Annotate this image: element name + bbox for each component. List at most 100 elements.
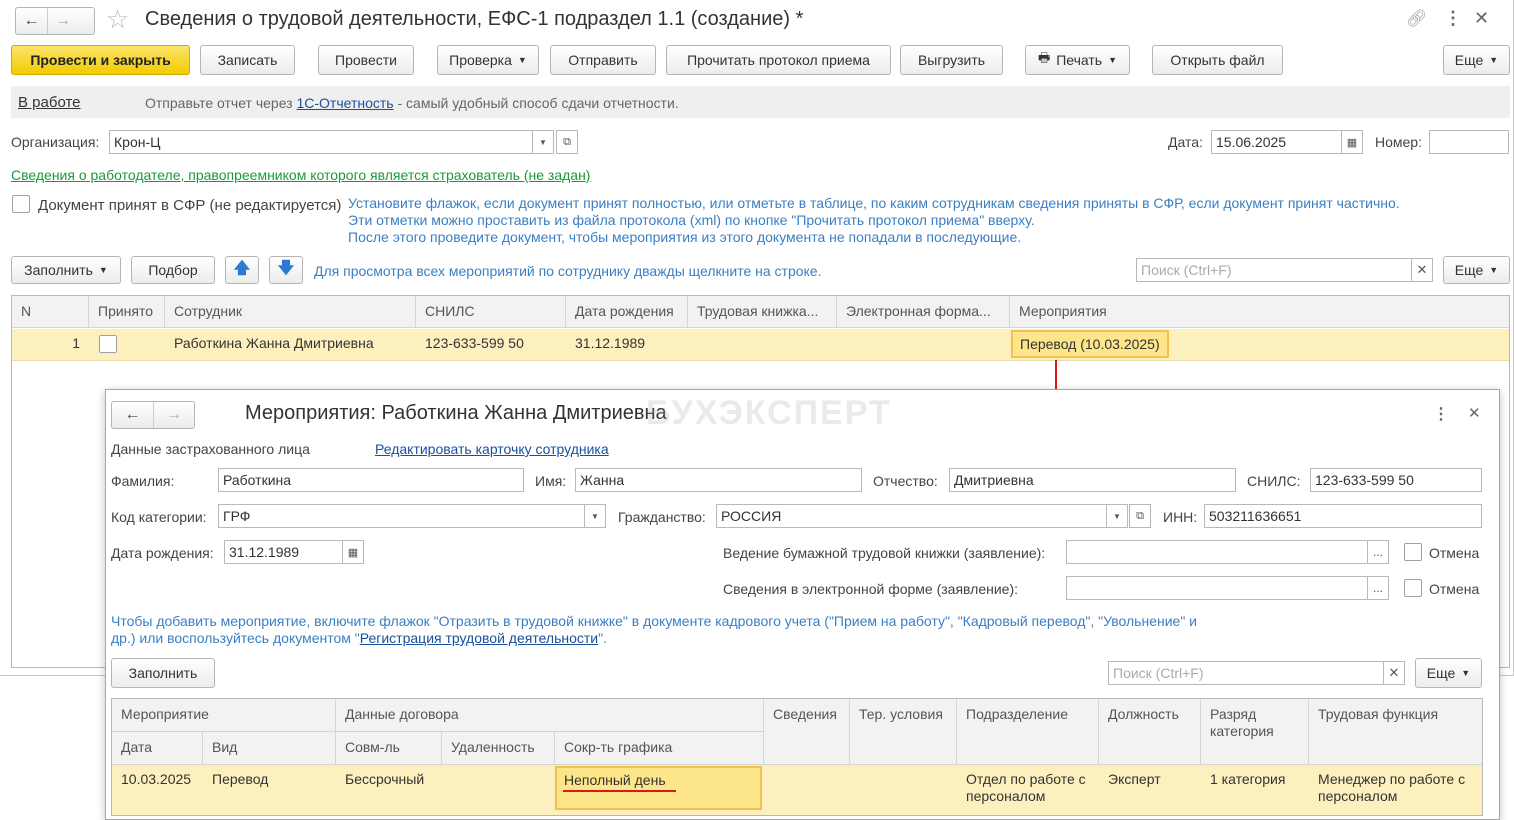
dialog-search-input[interactable]: Поиск (Ctrl+F) (1108, 661, 1384, 685)
category-dropdown-icon[interactable]: ▼ (584, 504, 606, 528)
col-header-combo[interactable]: Совм-ль (336, 732, 442, 765)
back-arrow-icon[interactable]: ← (16, 8, 47, 34)
dialog-fill-button[interactable]: Заполнить (111, 658, 215, 688)
search-clear-icon[interactable]: ✕ (1411, 258, 1433, 282)
check-dropdown-button[interactable]: Проверка ▼ (437, 45, 539, 75)
favorite-star-icon[interactable]: ☆ (106, 5, 129, 33)
col-header-eform[interactable]: Электронная форма... (837, 296, 1010, 328)
cell-n: 1 (72, 335, 80, 351)
citizenship-field[interactable]: РОССИЯ (716, 504, 1107, 528)
col-header-reduced[interactable]: Сокр-ть графика (555, 732, 764, 765)
post-close-button[interactable]: Провести и закрыть (11, 45, 190, 75)
cell-events[interactable]: Перевод (10.03.2025) (1011, 330, 1169, 358)
col-header-position[interactable]: Должность (1099, 699, 1201, 765)
citizenship-dropdown-icon[interactable]: ▼ (1106, 504, 1128, 528)
select-button[interactable]: Подбор (131, 256, 215, 284)
birth-field[interactable]: 31.12.1989 (224, 540, 343, 564)
close-icon[interactable]: ✕ (1474, 8, 1489, 29)
citizenship-open-icon[interactable]: ⧉ (1129, 504, 1151, 528)
birth-calendar-icon[interactable]: ▦ (342, 540, 364, 564)
col-header-date[interactable]: Дата (112, 732, 203, 765)
dialog-search-clear-icon[interactable]: ✕ (1383, 661, 1405, 685)
col-header-kind[interactable]: Вид (203, 732, 336, 765)
menu-dots-icon[interactable]: ⋮ (1444, 8, 1462, 29)
col-header-grade[interactable]: Разряд категория (1201, 699, 1309, 765)
forward-arrow-icon[interactable]: → (153, 402, 194, 428)
name-field[interactable]: Жанна (575, 468, 862, 492)
cell-book (688, 329, 837, 341)
col-header-info[interactable]: Сведения (764, 699, 850, 765)
edit-card-link[interactable]: Редактировать карточку сотрудника (375, 441, 609, 457)
col-header-dept[interactable]: Подразделение (957, 699, 1099, 765)
col-header-n[interactable]: N (12, 296, 89, 328)
cell-grade: 1 категория (1210, 771, 1286, 787)
name-label: Имя: (535, 473, 567, 489)
dialog-menu-icon[interactable]: ⋮ (1433, 404, 1449, 424)
send-button[interactable]: Отправить (550, 45, 656, 75)
move-down-button[interactable]: 🡇 (269, 256, 303, 284)
dialog-close-icon[interactable]: ✕ (1468, 404, 1481, 422)
category-field[interactable]: ГРФ (218, 504, 585, 528)
registration-doc-link[interactable]: Регистрация трудовой деятельности (360, 630, 598, 646)
state-link[interactable]: В работе (18, 94, 81, 111)
move-up-button[interactable]: 🡅 (225, 256, 259, 284)
col-header-book[interactable]: Трудовая книжка... (688, 296, 837, 328)
col-header-snils[interactable]: СНИЛС (416, 296, 566, 328)
col-header-employee[interactable]: Сотрудник (165, 296, 416, 328)
table-row[interactable]: 1 Работкина Жанна Дмитриевна 123-633-599… (12, 329, 1509, 361)
print-dropdown-button[interactable]: 🖶︎ Печать ▼ (1025, 45, 1130, 75)
forward-arrow-icon[interactable]: → (47, 8, 78, 34)
col-header-contract[interactable]: Данные договора (336, 699, 764, 732)
col-header-birth[interactable]: Дата рождения (566, 296, 688, 328)
col-header-events[interactable]: Мероприятия (1010, 296, 1509, 328)
org-dropdown-icon[interactable]: ▼ (532, 130, 554, 154)
export-button[interactable]: Выгрузить (900, 45, 1003, 75)
cell-reduced[interactable]: Неполный день (555, 766, 762, 810)
date-field[interactable]: 15.06.2025 (1211, 130, 1342, 154)
eform-cancel-checkbox[interactable] (1404, 579, 1422, 597)
patronymic-field[interactable]: Дмитриевна (949, 468, 1236, 492)
back-arrow-icon[interactable]: ← (112, 402, 153, 428)
table-hint: Для просмотра всех мероприятий по сотруд… (314, 263, 822, 279)
col-header-ter[interactable]: Тер. условия (850, 699, 957, 765)
citizenship-label: Гражданство: (618, 509, 706, 525)
successor-link[interactable]: Сведения о работодателе, правопреемником… (11, 167, 590, 183)
org-field[interactable]: Крон-Ц (109, 130, 533, 154)
paper-book-select-button[interactable]: ... (1367, 540, 1389, 564)
fill-dropdown-button[interactable]: Заполнить ▼ (11, 256, 121, 284)
main-search-input[interactable]: Поиск (Ctrl+F) (1136, 258, 1412, 282)
accepted-checkbox[interactable] (12, 195, 30, 213)
col-header-accepted[interactable]: Принято (89, 296, 165, 328)
link-icon[interactable]: 🔗︎ (1406, 9, 1428, 29)
hint-line-1: Установите флажок, если документ принят … (348, 195, 1400, 211)
status-msg-after: - самый удобный способ сдачи отчетности. (393, 95, 679, 111)
calendar-icon[interactable]: ▦ (1341, 130, 1363, 154)
table-row[interactable]: 10.03.2025 Перевод Бессрочный Неполный д… (112, 765, 1482, 815)
col-header-remote[interactable]: Удаленность (442, 732, 555, 765)
reporting-link[interactable]: 1С-Отчетность (296, 95, 393, 111)
col-header-event[interactable]: Мероприятие (112, 699, 336, 732)
info-line-1: Чтобы добавить мероприятие, включите фла… (111, 613, 1198, 629)
post-button[interactable]: Провести (318, 45, 414, 75)
number-field[interactable] (1429, 130, 1509, 154)
eform-field[interactable] (1066, 576, 1368, 600)
org-open-icon[interactable]: ⧉ (556, 130, 578, 154)
row-accepted-checkbox[interactable] (99, 335, 117, 353)
paper-book-cancel-checkbox[interactable] (1404, 543, 1422, 561)
inn-field[interactable]: 503211636651 (1204, 504, 1482, 528)
cell-info (764, 765, 850, 777)
dialog-more-button[interactable]: Еще ▼ (1415, 658, 1482, 688)
print-label: Печать (1056, 52, 1103, 68)
surname-field[interactable]: Работкина (218, 468, 524, 492)
open-file-button[interactable]: Открыть файл (1152, 45, 1283, 75)
more-button[interactable]: Еще ▼ (1443, 45, 1510, 75)
col-header-function[interactable]: Трудовая функция (1309, 699, 1482, 765)
cell-eform (837, 329, 1010, 341)
write-button[interactable]: Записать (200, 45, 295, 75)
snils-field[interactable]: 123-633-599 50 (1310, 468, 1482, 492)
accepted-label: Документ принят в СФР (не редактируется) (38, 197, 342, 214)
read-protocol-button[interactable]: Прочитать протокол приема (666, 45, 891, 75)
eform-select-button[interactable]: ... (1367, 576, 1389, 600)
paper-book-field[interactable] (1066, 540, 1368, 564)
table-more-button[interactable]: Еще ▼ (1443, 256, 1510, 284)
